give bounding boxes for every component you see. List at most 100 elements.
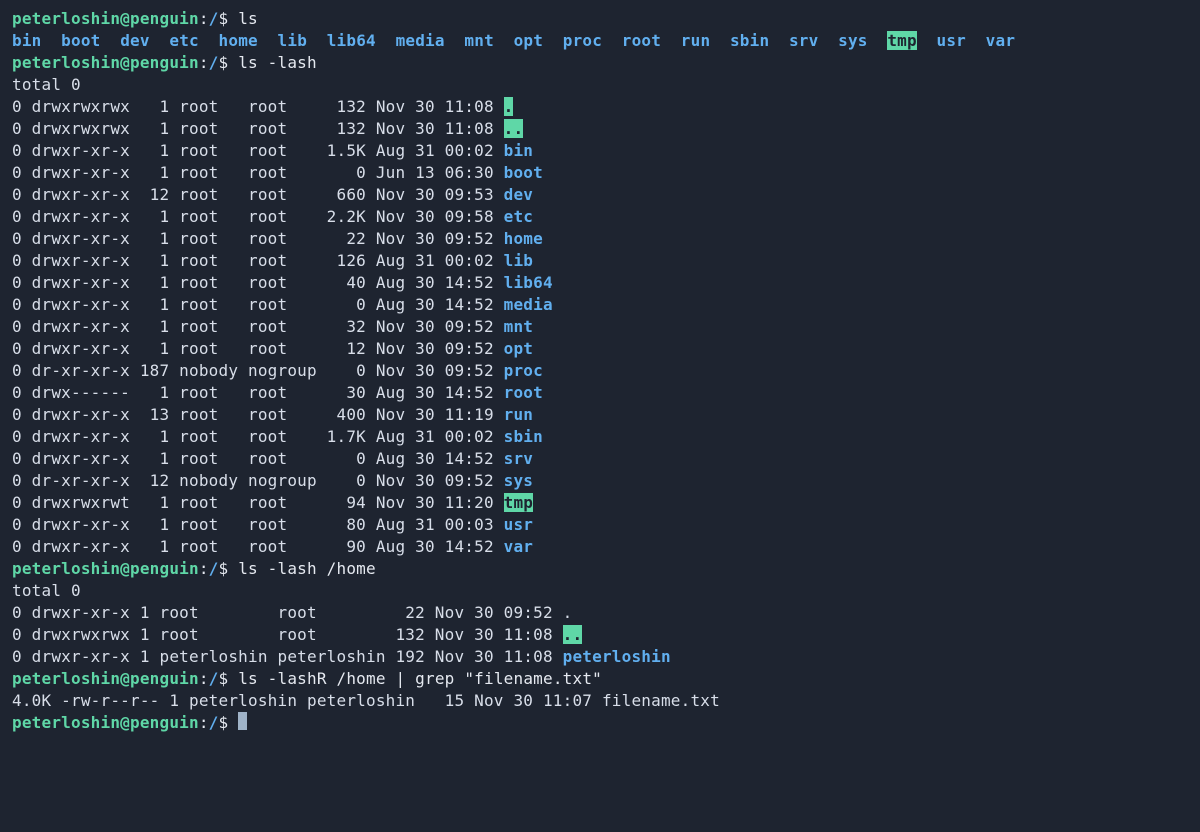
listing-row: 0 drwxrwxrwt 1 root root 94 Nov 30 11:20… [12,492,1188,514]
ls-entry: run [681,31,711,50]
ls-entry: lib64 [327,31,376,50]
ls-entry: sbin [730,31,769,50]
listing-row: 0 drwxr-xr-x 1 root root 126 Aug 31 00:0… [12,250,1188,272]
file-name: opt [504,339,534,358]
total-line: total 0 [12,74,1188,96]
file-name: var [504,537,534,556]
listing-row: 0 drwxr-xr-x 1 root root 80 Aug 31 00:03… [12,514,1188,536]
prompt-user: peterloshin@penguin [12,713,199,732]
file-name: home [504,229,543,248]
ls-entry: var [986,31,1016,50]
total-line: total 0 [12,580,1188,602]
listing-row: 0 drwxr-xr-x 1 root root 22 Nov 30 09:52… [12,602,1188,624]
listing-row: 0 dr-xr-xr-x 12 nobody nogroup 0 Nov 30 … [12,470,1188,492]
listing-row: 0 drwxr-xr-x 1 peterloshin peterloshin 1… [12,646,1188,668]
listing-row: 0 drwxr-xr-x 1 root root 12 Nov 30 09:52… [12,338,1188,360]
file-name: boot [504,163,543,182]
prompt-sep: : [199,53,209,72]
prompt-path: / [209,713,219,732]
prompt-line[interactable]: peterloshin@penguin:/$ [12,712,1188,734]
listing-row: 0 drwxr-xr-x 1 root root 0 Jun 13 06:30 … [12,162,1188,184]
file-name: . [504,97,514,116]
listing-row: 0 drwxr-xr-x 1 root root 32 Nov 30 09:52… [12,316,1188,338]
file-name: .. [563,625,583,644]
ls-entry: lib [278,31,308,50]
file-name: bin [504,141,534,160]
ls-entry: usr [936,31,966,50]
listing-row: 0 drwxrwxrwx 1 root root 132 Nov 30 11:0… [12,118,1188,140]
file-name: etc [504,207,534,226]
file-name: . [563,603,573,622]
ls-entry: root [622,31,661,50]
prompt-sigil: $ [219,9,239,28]
listing-row: 0 drwxr-xr-x 1 root root 1.5K Aug 31 00:… [12,140,1188,162]
file-name: tmp [504,493,534,512]
terminal-output[interactable]: peterloshin@penguin:/$ lsbin boot dev et… [0,0,1200,742]
file-name: srv [504,449,534,468]
prompt-sigil: $ [219,559,239,578]
file-name: dev [504,185,534,204]
prompt-sigil: $ [219,669,239,688]
file-name: lib64 [504,273,553,292]
prompt-sep: : [199,713,209,732]
ls-entry: sys [838,31,868,50]
file-name: root [504,383,543,402]
ls-entry: opt [514,31,544,50]
file-name: sys [504,471,534,490]
listing-row: 0 drwxr-xr-x 1 root root 2.2K Nov 30 09:… [12,206,1188,228]
command-text: ls -lash [238,53,317,72]
ls-entry: home [219,31,258,50]
ls-entry: etc [169,31,199,50]
prompt-path: / [209,53,219,72]
listing-row: 0 drwxrwxrwx 1 root root 132 Nov 30 11:0… [12,96,1188,118]
ls-entry: srv [789,31,819,50]
prompt-sep: : [199,559,209,578]
file-name: peterloshin [563,647,671,666]
prompt-user: peterloshin@penguin [12,669,199,688]
listing-row: 0 drwxr-xr-x 1 root root 0 Aug 30 14:52 … [12,448,1188,470]
prompt-user: peterloshin@penguin [12,559,199,578]
command-text: ls [238,9,258,28]
listing-row: 0 drwxr-xr-x 12 root root 660 Nov 30 09:… [12,184,1188,206]
listing-row: 0 drwxrwxrwx 1 root root 132 Nov 30 11:0… [12,624,1188,646]
prompt-path: / [209,669,219,688]
listing-row: 0 drwxr-xr-x 1 root root 22 Nov 30 09:52… [12,228,1188,250]
grep-output: 4.0K -rw-r--r-- 1 peterloshin peterloshi… [12,690,1188,712]
prompt-sigil: $ [219,713,239,732]
ls-entry: mnt [464,31,494,50]
ls-entry: tmp [887,31,917,50]
ls-entry: bin [12,31,42,50]
ls-output: bin boot dev etc home lib lib64 media mn… [12,30,1188,52]
file-name: lib [504,251,534,270]
file-name: media [504,295,553,314]
file-name: proc [504,361,543,380]
file-name: mnt [504,317,534,336]
prompt-sigil: $ [219,53,239,72]
prompt-user: peterloshin@penguin [12,9,199,28]
ls-entry: proc [563,31,602,50]
listing-row: 0 drwxr-xr-x 1 root root 1.7K Aug 31 00:… [12,426,1188,448]
listing-row: 0 drwx------ 1 root root 30 Aug 30 14:52… [12,382,1188,404]
prompt-line: peterloshin@penguin:/$ ls -lash [12,52,1188,74]
ls-entry: dev [120,31,150,50]
ls-entry: boot [61,31,100,50]
file-name: run [504,405,534,424]
file-name: sbin [504,427,543,446]
cursor[interactable] [238,712,247,730]
command-text: ls -lashR /home | grep "filename.txt" [238,669,602,688]
prompt-path: / [209,9,219,28]
prompt-line: peterloshin@penguin:/$ ls -lash /home [12,558,1188,580]
listing-row: 0 drwxr-xr-x 1 root root 0 Aug 30 14:52 … [12,294,1188,316]
prompt-line: peterloshin@penguin:/$ ls [12,8,1188,30]
file-name: usr [504,515,534,534]
listing-row: 0 drwxr-xr-x 13 root root 400 Nov 30 11:… [12,404,1188,426]
prompt-path: / [209,559,219,578]
prompt-user: peterloshin@penguin [12,53,199,72]
listing-row: 0 drwxr-xr-x 1 root root 40 Aug 30 14:52… [12,272,1188,294]
ls-entry: media [396,31,445,50]
prompt-sep: : [199,9,209,28]
prompt-line: peterloshin@penguin:/$ ls -lashR /home |… [12,668,1188,690]
file-name: .. [504,119,524,138]
listing-row: 0 drwxr-xr-x 1 root root 90 Aug 30 14:52… [12,536,1188,558]
command-text: ls -lash /home [238,559,376,578]
